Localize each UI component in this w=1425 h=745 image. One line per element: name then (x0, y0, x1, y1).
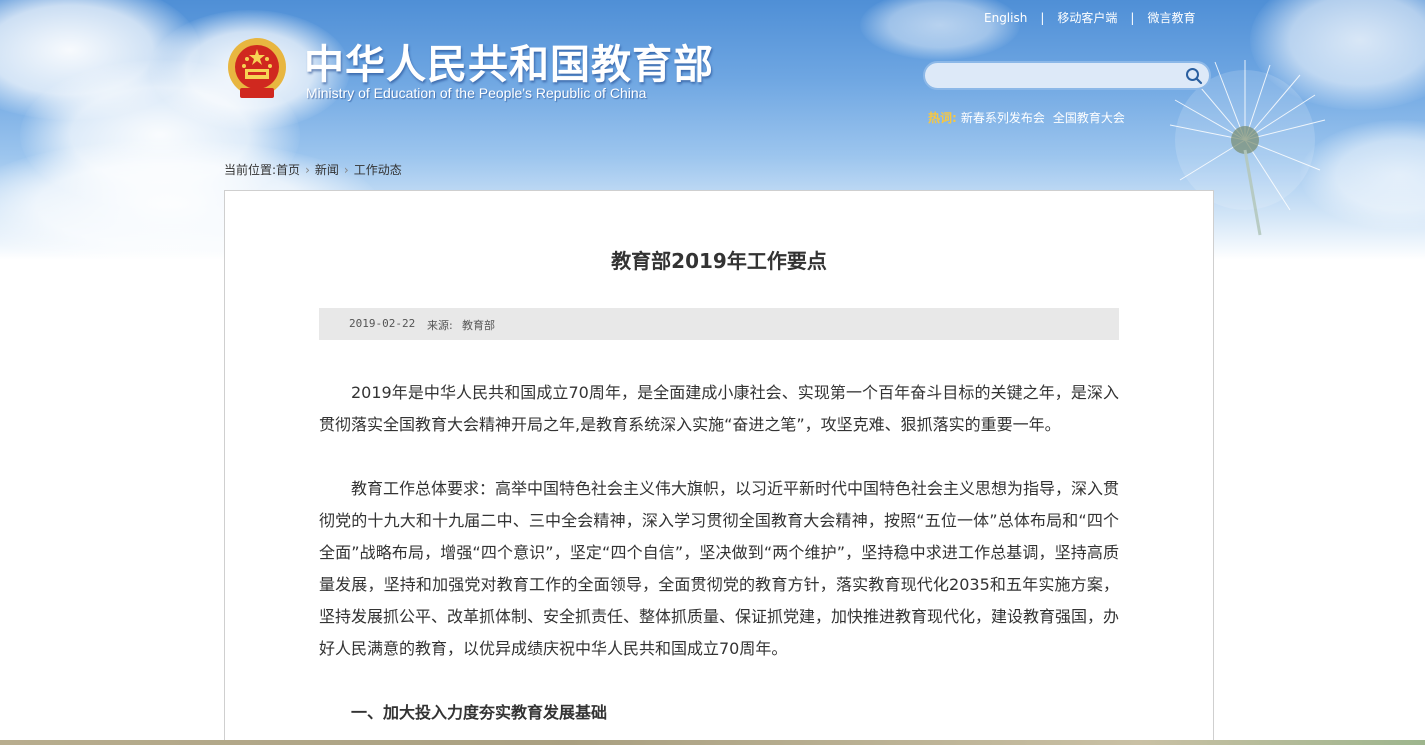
link-separator: | (1130, 11, 1135, 25)
breadcrumb-news[interactable]: 新闻 (315, 163, 339, 177)
site-subtitle: Ministry of Education of the People's Re… (306, 85, 647, 101)
hot-word-item[interactable]: 新春系列发布会 (961, 111, 1045, 125)
top-links: English | 移动客户端 | 微言教育 (984, 9, 1195, 26)
article-paragraph: 教育工作总体要求：高举中国特色社会主义伟大旗帜，以习近平新时代中国特色社会主义思… (319, 479, 1120, 658)
weiyan-education-link[interactable]: 微言教育 (1147, 11, 1195, 25)
section-heading: 一、加大投入力度夯实教育发展基础 (351, 703, 608, 722)
national-emblem-icon (228, 38, 286, 98)
article-meta: 2019-02-22 来源: 教育部 (319, 308, 1119, 340)
hot-words: 热词: 新春系列发布会 全国教育大会 (928, 109, 1129, 126)
search-box (923, 61, 1211, 90)
article-paragraph: 2019年是中华人民共和国成立70周年，是全面建成小康社会、实现第一个百年奋斗目… (319, 383, 1119, 434)
breadcrumb-home[interactable]: 首页 (276, 163, 300, 177)
chevron-right-icon: › (305, 163, 310, 177)
chevron-right-icon: › (343, 163, 349, 177)
article-panel: 教育部2019年工作要点 2019-02-22 来源: 教育部 2019年是中华… (224, 190, 1214, 745)
search-icon[interactable] (1185, 67, 1203, 85)
link-separator: | (1040, 11, 1045, 25)
site-title[interactable]: 中华人民共和国教育部 (304, 32, 714, 90)
breadcrumb: 当前位置:首页 › 新闻 › 工作动态 (224, 161, 402, 178)
search-input[interactable] (937, 66, 1181, 88)
article-title: 教育部2019年工作要点 (611, 249, 827, 273)
hot-word-item[interactable]: 全国教育大会 (1053, 111, 1125, 125)
mobile-client-link[interactable]: 移动客户端 (1057, 11, 1117, 25)
article-body: 2019年是中华人民共和国成立70周年，是全面建成小康社会、实现第一个百年奋斗目… (319, 377, 1119, 729)
breadcrumb-label: 当前位置: (224, 163, 277, 177)
article-date: 2019-02-22 (349, 317, 416, 330)
article-source: 教育部 (462, 319, 495, 332)
footer-strip (0, 740, 1425, 745)
english-link[interactable]: English (984, 11, 1027, 25)
hot-words-label: 热词: (928, 111, 957, 125)
breadcrumb-work-updates[interactable]: 工作动态 (354, 163, 402, 177)
source-label: 来源: (427, 319, 453, 332)
